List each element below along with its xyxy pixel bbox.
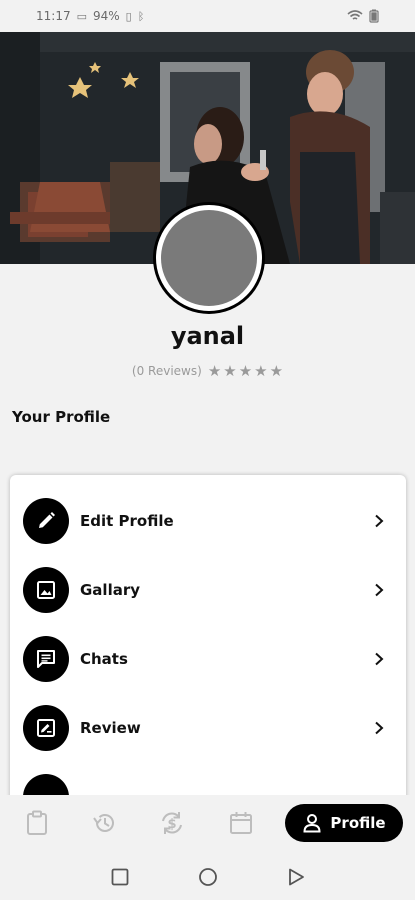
battery-icon xyxy=(369,9,379,23)
chevron-right-icon xyxy=(372,583,386,597)
menu-item-label: Edit Profile xyxy=(80,512,174,530)
back-button[interactable] xyxy=(285,866,307,888)
sim-icon: ▭ xyxy=(76,9,87,23)
svg-text:$: $ xyxy=(167,817,176,832)
star-icon: ★ xyxy=(254,362,268,380)
status-left: 11:17 ▭ 94% ▯ ᛒ xyxy=(36,9,144,23)
chat-icon xyxy=(23,636,69,682)
pencil-icon xyxy=(23,498,69,544)
calendar-icon[interactable] xyxy=(227,809,255,837)
recents-button[interactable] xyxy=(109,866,131,888)
username: yanal xyxy=(170,322,245,350)
system-nav-bar xyxy=(0,853,415,900)
menu-item-label: Review xyxy=(80,719,141,737)
chevron-right-icon xyxy=(372,514,386,528)
reviews-row: (0 Reviews) ★ ★ ★ ★ ★ xyxy=(0,362,415,380)
status-time: 11:17 xyxy=(36,9,71,23)
vibrate-icon: ▯ xyxy=(125,9,132,23)
menu-item-edit-profile[interactable]: Edit Profile xyxy=(10,488,406,554)
wifi-icon xyxy=(347,10,363,20)
clipboard-icon[interactable] xyxy=(23,809,51,837)
menu-item-label: Chats xyxy=(80,650,128,668)
menu-item-review[interactable]: Review xyxy=(10,695,406,761)
chevron-right-icon xyxy=(372,652,386,666)
rating-stars: ★ ★ ★ ★ ★ xyxy=(208,362,283,380)
status-bar: 11:17 ▭ 94% ▯ ᛒ xyxy=(0,0,415,32)
star-icon: ★ xyxy=(238,362,253,380)
status-battery: 94% xyxy=(93,9,120,23)
status-right xyxy=(347,9,379,23)
nav-profile-label: Profile xyxy=(330,814,386,832)
star-icon: ★ xyxy=(223,362,237,380)
star-icon: ★ xyxy=(269,362,284,380)
section-title: Your Profile xyxy=(12,408,111,426)
sync-dollar-icon[interactable]: $ xyxy=(158,809,186,837)
reviews-count: (0 Reviews) xyxy=(131,364,202,378)
menu-item-label: Gallary xyxy=(80,581,141,599)
star-icon: ★ xyxy=(207,362,222,380)
menu-item-gallary[interactable]: Gallary xyxy=(10,557,406,623)
review-icon xyxy=(23,705,69,751)
nav-profile-button[interactable]: Profile xyxy=(285,804,403,842)
history-icon[interactable] xyxy=(91,809,119,837)
home-button[interactable] xyxy=(197,866,219,888)
chevron-right-icon xyxy=(372,721,386,735)
bluetooth-icon: ᛒ xyxy=(137,9,145,23)
profile-menu-card: Edit Profile Gallary Chats Review xyxy=(10,475,406,805)
person-icon xyxy=(303,814,321,833)
avatar[interactable] xyxy=(156,205,262,311)
image-icon xyxy=(23,567,69,613)
menu-item-chats[interactable]: Chats xyxy=(10,626,406,692)
bottom-nav: $ Profile xyxy=(0,795,415,853)
